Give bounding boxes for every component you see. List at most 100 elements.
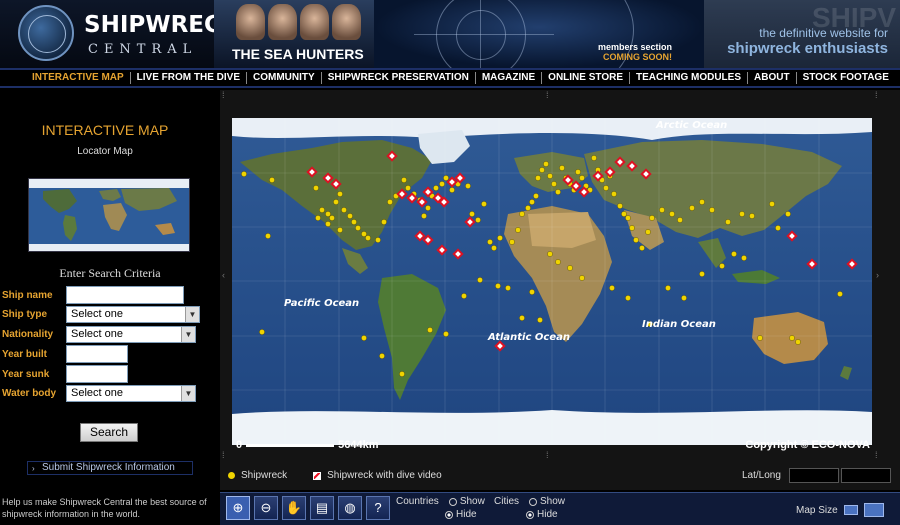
shipwreck-marker[interactable] bbox=[785, 211, 791, 217]
nav-item-teaching-modules[interactable]: TEACHING MODULES bbox=[630, 72, 748, 84]
zoom-in-icon[interactable]: ⊕ bbox=[226, 496, 250, 520]
shipwreck-marker[interactable] bbox=[469, 211, 475, 217]
shipwreck-marker[interactable] bbox=[625, 215, 631, 221]
zoom-out-icon[interactable]: ⊖ bbox=[254, 496, 278, 520]
shipwreck-marker[interactable] bbox=[529, 199, 535, 205]
shipwreck-marker[interactable] bbox=[625, 295, 631, 301]
shipwreck-marker[interactable] bbox=[699, 199, 705, 205]
shipwreck-marker[interactable] bbox=[539, 167, 545, 173]
cities-show-radio[interactable] bbox=[529, 497, 538, 506]
shipwreck-marker[interactable] bbox=[315, 215, 321, 221]
shipwreck-marker[interactable] bbox=[443, 175, 449, 181]
shipwreck-marker[interactable] bbox=[399, 371, 405, 377]
shipwreck-marker[interactable] bbox=[497, 235, 503, 241]
shipwreck-marker[interactable] bbox=[749, 213, 755, 219]
shipwreck-marker[interactable] bbox=[629, 225, 635, 231]
shipwreck-marker[interactable] bbox=[325, 211, 331, 217]
shipwreck-marker[interactable] bbox=[491, 245, 497, 251]
shipwreck-marker[interactable] bbox=[433, 185, 439, 191]
pan-northeast-icon[interactable]: ⁞ bbox=[875, 90, 878, 100]
shipwreck-marker[interactable] bbox=[669, 211, 675, 217]
nav-item-shipwreck-preservation[interactable]: SHIPWRECK PRESERVATION bbox=[322, 72, 476, 84]
shipwreck-marker[interactable] bbox=[633, 237, 639, 243]
members-section-notice[interactable]: members section COMING SOON! bbox=[598, 42, 672, 62]
shipwreck-marker[interactable] bbox=[543, 161, 549, 167]
help-icon[interactable]: ? bbox=[366, 496, 390, 520]
shipwreck-marker[interactable] bbox=[739, 211, 745, 217]
pan-hand-icon[interactable]: ✋ bbox=[282, 496, 306, 520]
shipwreck-marker[interactable] bbox=[379, 353, 385, 359]
shipwreck-marker[interactable] bbox=[495, 283, 501, 289]
shipwreck-marker[interactable] bbox=[477, 277, 483, 283]
search-button[interactable]: Search bbox=[80, 423, 138, 442]
shipwreck-marker[interactable] bbox=[519, 315, 525, 321]
shipwreck-marker[interactable] bbox=[591, 155, 597, 161]
year-built-input[interactable] bbox=[66, 345, 128, 363]
countries-hide-radio[interactable] bbox=[445, 510, 453, 519]
shipwreck-marker[interactable] bbox=[509, 239, 515, 245]
shipwreck-marker[interactable] bbox=[265, 233, 271, 239]
shipwreck-marker[interactable] bbox=[689, 205, 695, 211]
shipwreck-marker[interactable] bbox=[645, 229, 651, 235]
pan-northwest-icon[interactable]: ⁞ bbox=[222, 90, 225, 100]
shipwreck-marker[interactable] bbox=[699, 271, 705, 277]
shipwreck-marker[interactable] bbox=[405, 185, 411, 191]
shipwreck-marker[interactable] bbox=[681, 295, 687, 301]
shipwreck-marker[interactable] bbox=[319, 207, 325, 213]
shipwreck-marker[interactable] bbox=[725, 219, 731, 225]
shipwreck-marker[interactable] bbox=[639, 245, 645, 251]
shipwreck-marker[interactable] bbox=[487, 239, 493, 245]
shipwreck-marker[interactable] bbox=[475, 217, 481, 223]
shipwreck-marker[interactable] bbox=[515, 227, 521, 233]
shipwreck-marker[interactable] bbox=[461, 293, 467, 299]
shipwreck-marker[interactable] bbox=[361, 335, 367, 341]
shipwreck-marker[interactable] bbox=[533, 193, 539, 199]
shipwreck-marker[interactable] bbox=[837, 291, 843, 297]
globe-icon[interactable]: ◍ bbox=[338, 496, 362, 520]
shipwreck-marker[interactable] bbox=[659, 207, 665, 213]
shipwreck-marker[interactable] bbox=[529, 289, 535, 295]
ship-name-input[interactable] bbox=[66, 286, 184, 304]
shipwreck-marker[interactable] bbox=[259, 329, 265, 335]
shipwreck-marker[interactable] bbox=[677, 217, 683, 223]
nav-item-interactive-map[interactable]: INTERACTIVE MAP bbox=[26, 72, 131, 84]
shipwreck-marker[interactable] bbox=[333, 199, 339, 205]
shipwreck-marker[interactable] bbox=[525, 205, 531, 211]
shipwreck-marker[interactable] bbox=[609, 285, 615, 291]
shipwreck-marker[interactable] bbox=[551, 181, 557, 187]
shipwreck-marker[interactable] bbox=[361, 231, 367, 237]
submit-shipwreck-link[interactable]: › Submit Shipwreck Information bbox=[27, 461, 193, 475]
shipwreck-marker[interactable] bbox=[535, 175, 541, 181]
nav-item-community[interactable]: COMMUNITY bbox=[247, 72, 322, 84]
water-body-select[interactable]: Select one ▼ bbox=[66, 385, 196, 402]
shipwreck-marker[interactable] bbox=[555, 259, 561, 265]
shipwreck-marker[interactable] bbox=[381, 219, 387, 225]
cities-hide-radio[interactable] bbox=[526, 510, 534, 519]
shipwreck-marker[interactable] bbox=[355, 225, 361, 231]
pan-north-icon[interactable]: ⁞ bbox=[546, 90, 549, 100]
shipwreck-marker[interactable] bbox=[425, 205, 431, 211]
shipwreck-marker[interactable] bbox=[579, 275, 585, 281]
shipwreck-marker[interactable] bbox=[351, 219, 357, 225]
shipwreck-marker[interactable] bbox=[439, 181, 445, 187]
pan-south-icon[interactable]: ⁞ bbox=[546, 450, 549, 460]
shipwreck-marker[interactable] bbox=[347, 213, 353, 219]
shipwreck-marker[interactable] bbox=[709, 207, 715, 213]
shipwreck-marker[interactable] bbox=[313, 185, 319, 191]
shipwreck-marker[interactable] bbox=[555, 189, 561, 195]
nav-item-online-store[interactable]: ONLINE STORE bbox=[542, 72, 630, 84]
shipwreck-marker[interactable] bbox=[741, 255, 747, 261]
shipwreck-marker[interactable] bbox=[649, 215, 655, 221]
shipwreck-marker[interactable] bbox=[575, 169, 581, 175]
shipwreck-marker[interactable] bbox=[269, 177, 275, 183]
ship-type-select[interactable]: Select one ▼ bbox=[66, 306, 200, 323]
nav-item-live-from-the-dive[interactable]: LIVE FROM THE DIVE bbox=[131, 72, 248, 84]
shipwreck-marker[interactable] bbox=[537, 317, 543, 323]
shipwreck-marker[interactable] bbox=[567, 265, 573, 271]
shipwreck-marker[interactable] bbox=[719, 263, 725, 269]
shipwreck-marker[interactable] bbox=[481, 201, 487, 207]
shipwreck-marker[interactable] bbox=[795, 339, 801, 345]
shipwreck-marker[interactable] bbox=[375, 237, 381, 243]
map-size-small-button[interactable] bbox=[843, 505, 858, 515]
shipwreck-marker[interactable] bbox=[401, 177, 407, 183]
